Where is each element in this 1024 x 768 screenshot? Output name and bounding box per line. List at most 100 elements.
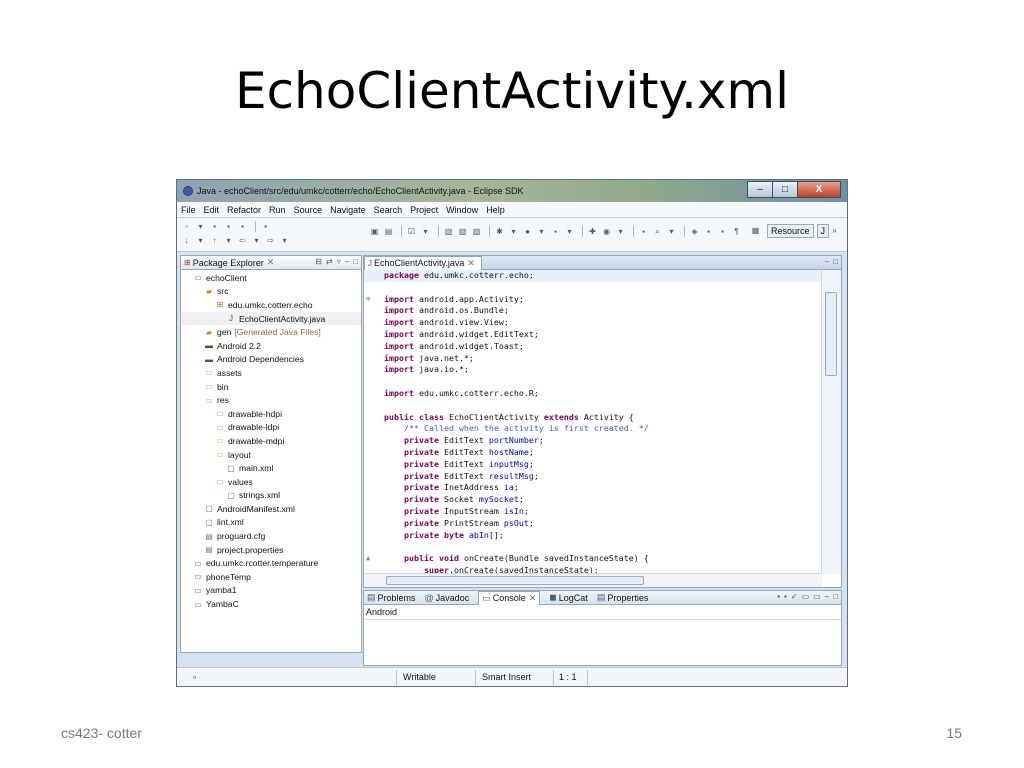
new-icon[interactable]: ▫ bbox=[181, 222, 192, 232]
tab-logcat[interactable]: ◼ LogCat bbox=[549, 592, 588, 603]
new-class-icon[interactable]: ◉ bbox=[601, 227, 612, 237]
tree-item[interactable]: ▰ gen [Generated Java Files] bbox=[181, 325, 361, 339]
tree-item[interactable]: ▰ src bbox=[181, 285, 361, 299]
tab-properties[interactable]: ▤ Properties bbox=[597, 592, 649, 603]
dropdown-arrow-icon[interactable]: ▾ bbox=[195, 222, 206, 232]
tree-item[interactable]: ▭ values bbox=[181, 475, 361, 489]
tree-item[interactable]: ▤ proguard.cfg bbox=[181, 529, 361, 543]
menu-item-window[interactable]: Window bbox=[446, 205, 478, 215]
tree-item[interactable]: J EchoClientActivity.java bbox=[181, 311, 361, 326]
open-console-icon[interactable]: ▭ bbox=[813, 592, 821, 601]
dropdown-arrow-icon[interactable]: ▾ bbox=[279, 236, 290, 246]
tree-item[interactable]: ▭ drawable-hdpi bbox=[181, 407, 361, 421]
run-icon[interactable]: ● bbox=[522, 227, 533, 237]
dropdown-arrow-icon[interactable]: ▾ bbox=[508, 227, 519, 237]
toggle-word-wrap-icon[interactable]: ▪ bbox=[703, 227, 714, 237]
tree-item[interactable]: ▭ bin bbox=[181, 380, 361, 394]
menu-item-navigate[interactable]: Navigate bbox=[330, 205, 366, 215]
close-icon[interactable]: ✕ bbox=[529, 593, 537, 604]
search-icon[interactable]: ⌕ bbox=[652, 227, 663, 237]
toggle-block-selection-icon[interactable]: ▪ bbox=[717, 227, 728, 237]
display-console-icon[interactable]: ▭ bbox=[802, 592, 810, 601]
menu-item-run[interactable]: Run bbox=[269, 205, 286, 215]
maximize-view-icon[interactable]: □ bbox=[353, 257, 358, 266]
menu-item-refactor[interactable]: Refactor bbox=[227, 205, 261, 215]
toggle-mark-occurrences-icon[interactable]: ◈ bbox=[689, 227, 700, 237]
vertical-scrollbar[interactable] bbox=[821, 270, 841, 574]
tree-item[interactable]: ▢ strings.xml bbox=[181, 489, 361, 503]
save-icon[interactable]: ▪ bbox=[209, 222, 220, 232]
tree-item[interactable]: ▭ res bbox=[181, 393, 361, 407]
window-titlebar[interactable]: Java - echoClient/src/edu/umkc/cotterr/e… bbox=[177, 180, 847, 202]
clear-console-icon[interactable]: ▪ bbox=[777, 592, 780, 601]
package-explorer-tab[interactable]: Package Explorer bbox=[193, 258, 264, 268]
forward-icon[interactable]: ⇨ bbox=[265, 236, 276, 246]
scrollbar-thumb[interactable] bbox=[386, 576, 644, 585]
tree-item[interactable]: ▭ layout bbox=[181, 448, 361, 462]
dropdown-arrow-icon[interactable]: ▾ bbox=[251, 236, 262, 246]
debug-icon[interactable]: ✱ bbox=[494, 227, 505, 237]
tree-item[interactable]: ▭ edu.umkc.rcotter.temperature bbox=[181, 556, 361, 570]
dropdown-arrow-icon[interactable]: ▾ bbox=[195, 236, 206, 246]
menu-item-source[interactable]: Source bbox=[294, 205, 323, 215]
next-annotation-icon[interactable]: ↓ bbox=[181, 236, 192, 246]
tree-item[interactable]: ▭ echoClient bbox=[181, 271, 361, 285]
scroll-lock-icon[interactable]: ▪ bbox=[784, 592, 787, 601]
close-icon[interactable]: ✕ bbox=[467, 258, 475, 269]
scrollbar-thumb[interactable] bbox=[825, 292, 837, 376]
menu-item-search[interactable]: Search bbox=[374, 205, 403, 215]
tree-item[interactable]: ▤ project.properties bbox=[181, 543, 361, 557]
show-whitespace-icon[interactable]: ¶ bbox=[731, 227, 742, 237]
editor-tab[interactable]: EchoClientActivity.java bbox=[374, 258, 464, 268]
minimize-view-icon[interactable]: – bbox=[345, 257, 349, 266]
fold-expand-icon[interactable]: ⊕ bbox=[366, 294, 370, 306]
close-button[interactable]: X bbox=[797, 181, 841, 198]
tree-item[interactable]: ▭ drawable-mdpi bbox=[181, 434, 361, 448]
android-sdk-icon[interactable]: ▪ bbox=[260, 222, 271, 232]
dropdown-arrow-icon[interactable]: ▾ bbox=[666, 227, 677, 237]
dropdown-arrow-icon[interactable]: ▾ bbox=[420, 227, 431, 237]
menu-item-project[interactable]: Project bbox=[410, 205, 438, 215]
pin-console-icon[interactable]: ✓ bbox=[791, 592, 798, 601]
tree-item[interactable]: ▭ YambaC bbox=[181, 597, 361, 611]
new-package-icon[interactable]: ✚ bbox=[587, 227, 598, 237]
android-xml-icon[interactable]: ▧ bbox=[457, 227, 468, 237]
save-all-icon[interactable]: ▪ bbox=[223, 222, 234, 232]
link-with-editor-icon[interactable]: ⇄ bbox=[326, 257, 333, 266]
maximize-view-icon[interactable]: □ bbox=[833, 592, 838, 601]
perspective-resource-button[interactable]: Resource bbox=[766, 224, 814, 238]
tree-item[interactable]: ▭ drawable-ldpi bbox=[181, 421, 361, 435]
tree-item[interactable]: ▭ assets bbox=[181, 366, 361, 380]
open-perspective-icon[interactable]: ▦ bbox=[750, 226, 761, 236]
back-icon[interactable]: ⇦ bbox=[237, 236, 248, 246]
tree-item[interactable]: ▬ Android Dependencies bbox=[181, 353, 361, 367]
open-task-icon[interactable]: ▪ bbox=[638, 227, 649, 237]
android-sdk-manager-icon[interactable]: ▤ bbox=[383, 227, 394, 237]
tree-item[interactable]: ▢ AndroidManifest.xml bbox=[181, 502, 361, 516]
chevron-more-icon[interactable]: » bbox=[829, 226, 840, 236]
fast-view-icon[interactable]: ▫ bbox=[193, 672, 196, 682]
external-tools-icon[interactable]: ▪ bbox=[550, 227, 561, 237]
menu-item-file[interactable]: File bbox=[181, 205, 196, 215]
minimize-view-icon[interactable]: – bbox=[825, 592, 829, 601]
dropdown-arrow-icon[interactable]: ▾ bbox=[536, 227, 547, 237]
menu-item-help[interactable]: Help bbox=[486, 205, 505, 215]
dropdown-arrow-icon[interactable]: ▾ bbox=[564, 227, 575, 237]
tab-javadoc[interactable]: @ Javadoc bbox=[425, 593, 470, 603]
menu-item-edit[interactable]: Edit bbox=[204, 205, 220, 215]
tree-item[interactable]: ▭ yamba1 bbox=[181, 584, 361, 598]
maximize-button[interactable]: □ bbox=[772, 181, 798, 198]
tab-problems[interactable]: ▤ Problems bbox=[367, 592, 416, 603]
tree-item[interactable]: ▢ lint.xml bbox=[181, 516, 361, 530]
checkbox-icon[interactable]: ☑ bbox=[406, 227, 417, 237]
android-xml-file-icon[interactable]: ▧ bbox=[471, 227, 482, 237]
prev-annotation-icon[interactable]: ↑ bbox=[209, 236, 220, 246]
dropdown-arrow-icon[interactable]: ▾ bbox=[223, 236, 234, 246]
tree-item[interactable]: ▬ Android 2.2 bbox=[181, 339, 361, 353]
minimize-button[interactable]: – bbox=[747, 181, 773, 198]
collapse-all-icon[interactable]: ⊟ bbox=[315, 257, 322, 266]
horizontal-scrollbar[interactable] bbox=[364, 573, 822, 587]
print-icon[interactable]: ▪ bbox=[237, 222, 248, 232]
tree-item[interactable]: ⊞ edu.umkc.cotterr.echo bbox=[181, 298, 361, 312]
tab-console[interactable]: ▭ Console ✕ bbox=[478, 590, 541, 605]
